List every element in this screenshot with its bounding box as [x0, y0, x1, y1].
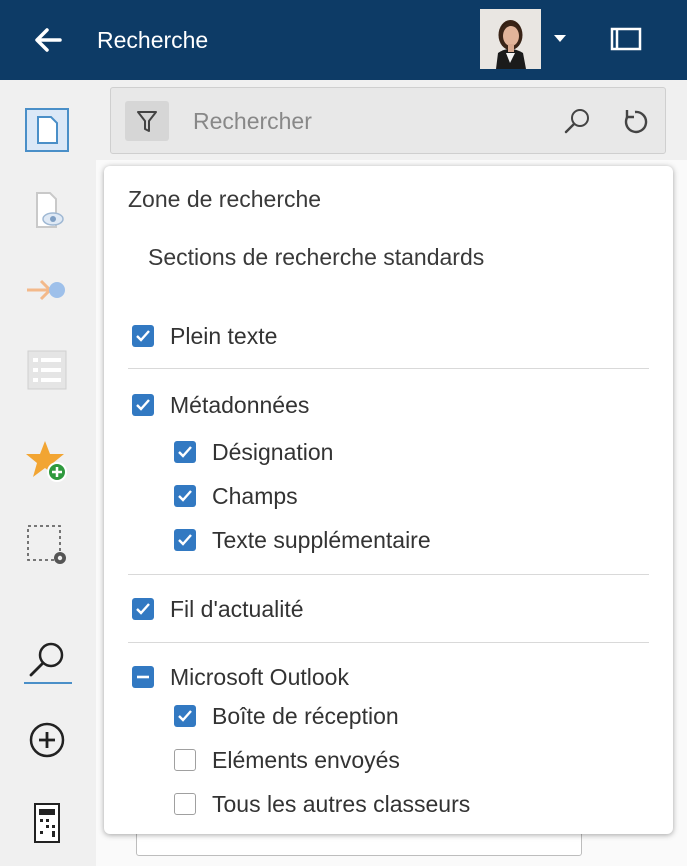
search-icon[interactable]: [22, 635, 72, 685]
option-autres-classeurs[interactable]: Tous les autres classeurs: [174, 788, 470, 820]
option-metadonnees[interactable]: Métadonnées: [132, 389, 309, 421]
preview-icon[interactable]: [22, 185, 72, 235]
dropdown-subheading[interactable]: Sections de recherche standards: [148, 242, 484, 272]
checkbox-checked-icon[interactable]: [132, 394, 154, 416]
list-icon[interactable]: [22, 345, 72, 395]
option-label: Métadonnées: [170, 392, 310, 418]
filter-icon: [137, 111, 157, 132]
window-toggle-icon[interactable]: [608, 24, 644, 54]
checkbox-unchecked-icon[interactable]: [174, 749, 196, 771]
checkbox-checked-icon[interactable]: [174, 529, 196, 551]
checkbox-checked-icon[interactable]: [132, 598, 154, 620]
left-rail: [0, 80, 96, 866]
chevron-down-icon[interactable]: [550, 28, 570, 48]
option-label: Boîte de réception: [212, 703, 399, 729]
option-label: Champs: [212, 483, 298, 509]
option-label: Désignation: [212, 439, 334, 465]
search-input[interactable]: [193, 102, 543, 140]
option-label: Microsoft Outlook: [170, 664, 349, 690]
option-label: Texte supplémentaire: [212, 527, 431, 553]
filter-button[interactable]: [125, 101, 169, 141]
dropdown-heading: Zone de recherche: [128, 186, 322, 212]
divider: [128, 574, 649, 575]
checkbox-checked-icon[interactable]: [174, 441, 196, 463]
divider: [128, 642, 649, 643]
add-circle-icon[interactable]: [22, 715, 72, 765]
option-plein-texte[interactable]: Plein texte: [132, 320, 277, 352]
option-microsoft-outlook[interactable]: Microsoft Outlook: [132, 661, 349, 693]
option-fil-actualite[interactable]: Fil d'actualité: [132, 593, 304, 625]
page-title: Recherche: [97, 27, 209, 53]
app-header: Recherche: [0, 0, 687, 80]
checkbox-checked-icon[interactable]: [174, 485, 196, 507]
checkbox-unchecked-icon[interactable]: [174, 793, 196, 815]
back-arrow-icon[interactable]: [30, 22, 66, 58]
option-designation[interactable]: Désignation: [174, 436, 333, 468]
option-label: Fil d'actualité: [170, 596, 304, 622]
avatar[interactable]: [480, 9, 541, 69]
option-label: Tous les autres classeurs: [212, 791, 471, 817]
calculator-icon[interactable]: [22, 798, 72, 848]
search-scope-dropdown: Zone de recherche Sections de recherche …: [104, 166, 673, 834]
checkbox-checked-icon[interactable]: [132, 325, 154, 347]
user-photo-icon: [480, 9, 541, 69]
option-texte-supplementaire[interactable]: Texte supplémentaire: [174, 524, 431, 556]
new-document-icon[interactable]: [22, 105, 72, 155]
reset-icon[interactable]: [617, 103, 653, 139]
search-bar: [110, 87, 666, 154]
divider: [128, 368, 649, 369]
checkbox-partial-icon[interactable]: [132, 666, 154, 688]
workflow-icon[interactable]: [22, 265, 72, 315]
search-icon[interactable]: [559, 103, 595, 139]
option-champs[interactable]: Champs: [174, 480, 298, 512]
option-boite-reception[interactable]: Boîte de réception: [174, 700, 399, 732]
favorite-add-icon[interactable]: [22, 435, 72, 485]
selection-settings-icon[interactable]: [22, 520, 72, 570]
option-elements-envoyes[interactable]: Eléments envoyés: [174, 744, 400, 776]
option-label: Plein texte: [170, 323, 278, 349]
checkbox-checked-icon[interactable]: [174, 705, 196, 727]
option-label: Eléments envoyés: [212, 747, 400, 773]
